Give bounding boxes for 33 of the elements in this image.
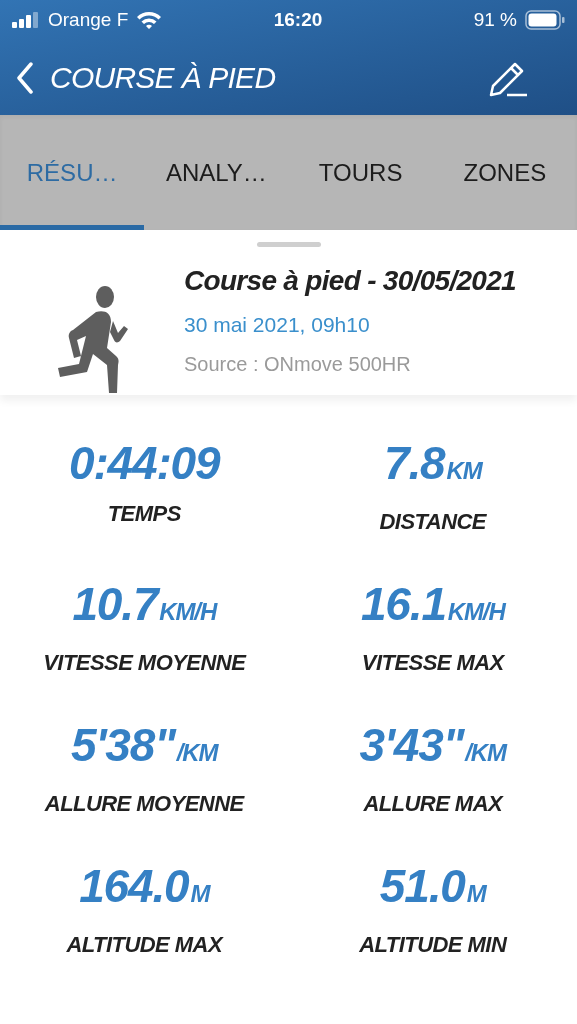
battery-icon — [525, 10, 565, 30]
carrier-name: Orange F — [48, 7, 129, 32]
tab[interactable]: TOURS — [288, 115, 433, 230]
drag-handle[interactable] — [256, 242, 321, 247]
stat-value: 7.8KM — [384, 436, 482, 491]
stat-label: VITESSE MOYENNE — [43, 649, 246, 677]
stat-label: ALLURE MOYENNE — [44, 790, 244, 818]
stat-value: 10.7KM/H — [72, 577, 217, 632]
tab[interactable]: ANALY… — [144, 115, 289, 230]
stat-value: 16.1KM/H — [360, 577, 505, 632]
signal-icon — [12, 12, 40, 28]
stat-label: ALLURE MAX — [363, 790, 503, 818]
status-time: 16:20 — [273, 7, 324, 32]
stat-label: TEMPS — [107, 500, 181, 528]
stat-value: 3'43"/KM — [359, 718, 506, 773]
activity-source: Source : ONmove 500HR — [184, 351, 412, 377]
stat-value: 0:44:09 — [69, 436, 220, 491]
stat-value: 164.0M — [79, 859, 210, 914]
screen-title: COURSE À PIED — [50, 60, 276, 96]
battery-percent: 91 % — [473, 7, 517, 32]
back-icon — [16, 61, 34, 94]
activity-title: Course à pied - 30/05/2021 — [184, 264, 516, 298]
tab[interactable]: ZONES — [432, 115, 577, 230]
activity-date: 30 mai 2021, 09h10 — [184, 312, 371, 338]
runner-icon — [56, 285, 128, 395]
stat-value: 5'38"/KM — [71, 718, 218, 773]
stat-label: ALTITUDE MAX — [66, 931, 222, 959]
stat-label: ALTITUDE MIN — [359, 931, 507, 959]
stat-label: VITESSE MAX — [361, 649, 504, 677]
stat-label: DISTANCE — [379, 508, 486, 536]
wifi-icon — [136, 10, 163, 30]
back-button[interactable] — [16, 61, 34, 94]
stat-value: 51.0M — [379, 859, 486, 914]
